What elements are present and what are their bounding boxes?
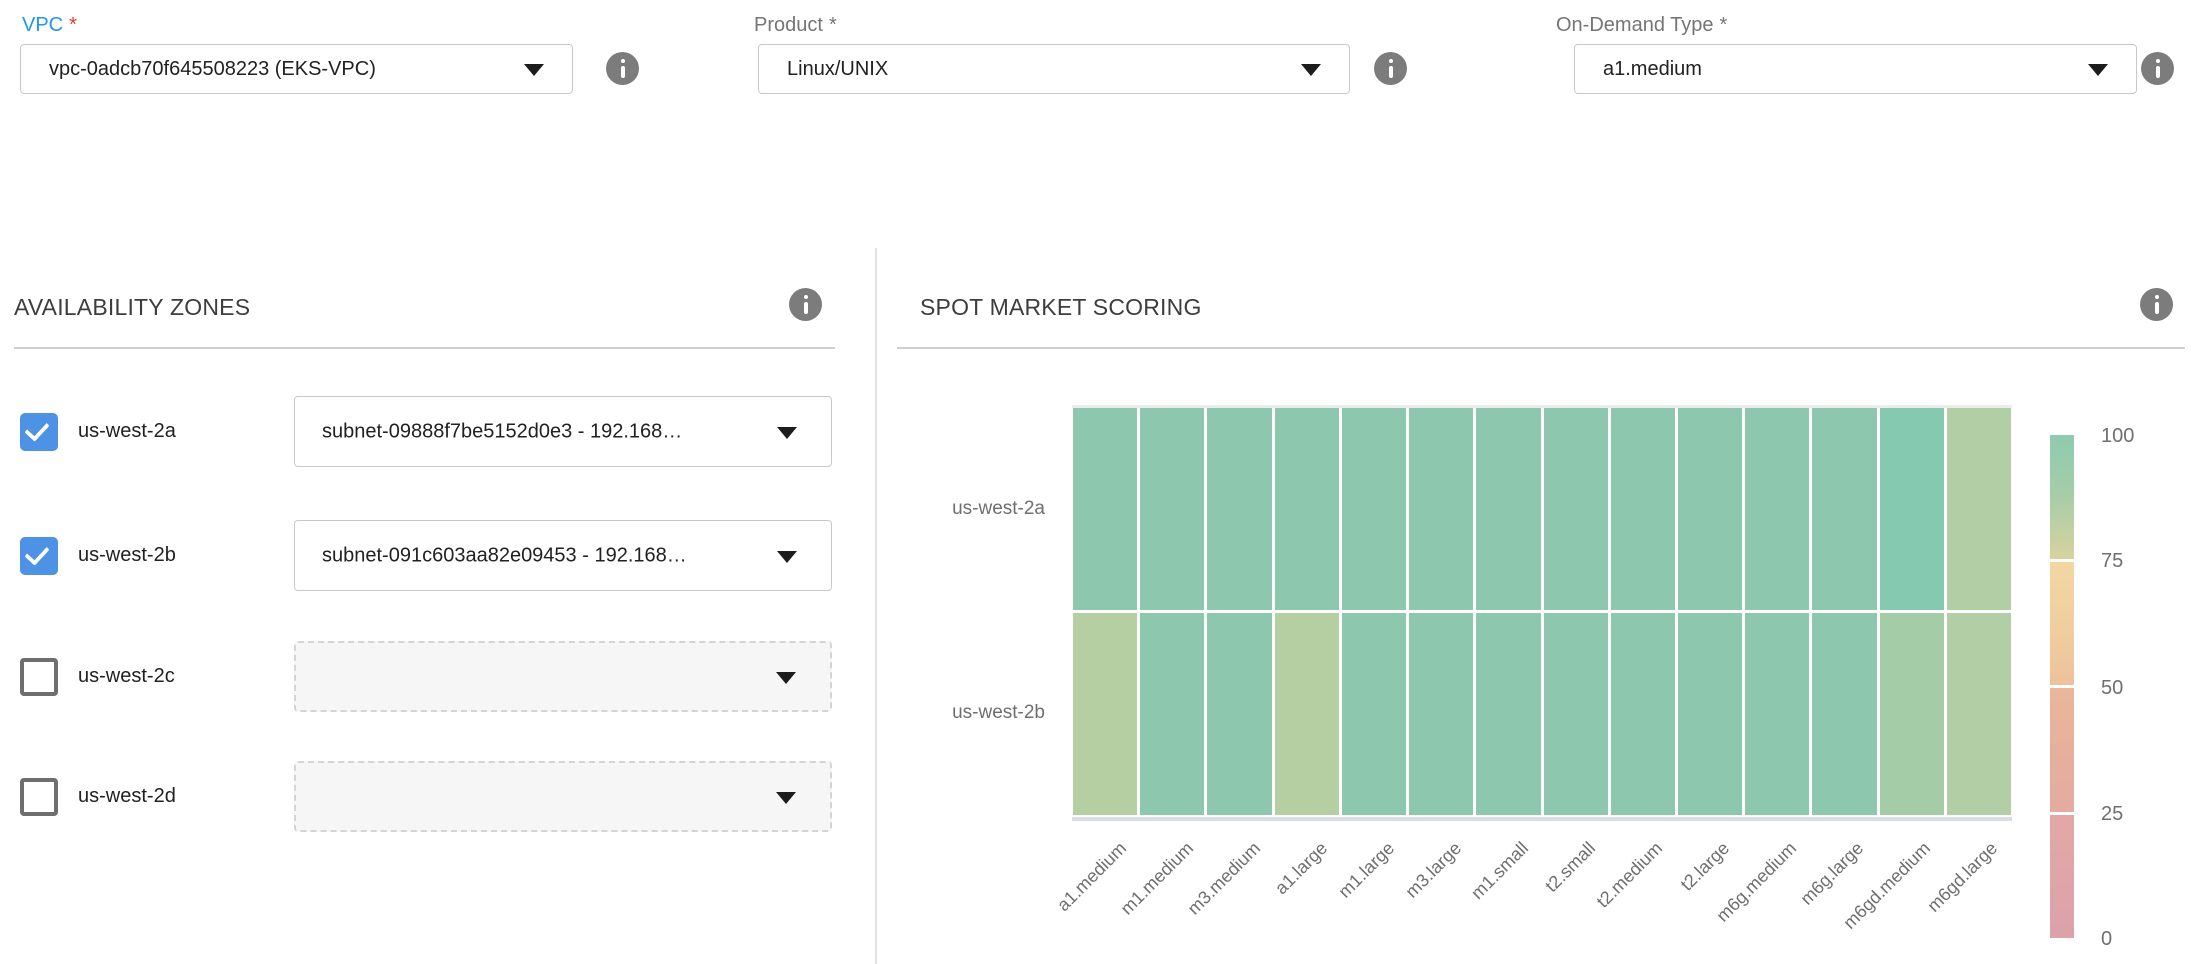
ondemand-type-label: On-Demand Type*: [1556, 14, 1727, 37]
heatmap-cell-us-west-2b-a1.medium: [1073, 613, 1137, 815]
heatmap-cell-us-west-2b-m3.large: [1409, 613, 1473, 815]
heatmap-cell-us-west-2b-m3.medium: [1207, 613, 1271, 815]
heatmap-cell-us-west-2b-m1.small: [1476, 613, 1540, 815]
heatmap-cell-us-west-2a-m6g.medium: [1745, 408, 1809, 610]
product-select[interactable]: Linux/UNIX: [758, 44, 1350, 94]
legend-gradient-segment-1: [2050, 562, 2074, 686]
check-icon: [24, 416, 49, 442]
az-zone-label: us-west-2b: [78, 544, 176, 567]
az-row-us-west-2c: us-west-2c: [0, 641, 860, 713]
chevron-down-icon: [776, 792, 796, 804]
product-field-group: Product* Linux/UNIX: [746, 14, 1426, 104]
vpc-label: VPC*: [22, 14, 77, 37]
heatmap-axis-line: [1072, 817, 2012, 821]
heatmap-cell-us-west-2b-a1.large: [1275, 613, 1339, 815]
az-subnet-select-us-west-2a[interactable]: subnet-09888f7be5152d0e3 - 192.168…: [294, 396, 832, 467]
vpc-select-value: vpc-0adcb70f645508223 (EKS-VPC): [49, 45, 376, 93]
heatmap-cell-us-west-2a-m6gd.large: [1947, 408, 2011, 610]
heatmap-col-label-a1.medium: a1.medium: [995, 838, 1130, 964]
heatmap-cell-us-west-2b-t2.large: [1678, 613, 1742, 815]
heatmap-cell-us-west-2a-m6g.large: [1812, 408, 1876, 610]
az-checkbox-us-west-2d[interactable]: [20, 778, 58, 816]
section-vertical-divider: [875, 248, 877, 964]
vpc-field-group: VPC* vpc-0adcb70f645508223 (EKS-VPC): [14, 14, 654, 104]
az-row-us-west-2b: us-west-2b subnet-091c603aa82e09453 - 192…: [0, 520, 860, 592]
heatmap-row-label-us-west-2a: us-west-2a: [895, 498, 1045, 520]
heatmap-cell-us-west-2a-m6gd.medium: [1880, 408, 1944, 610]
heatmap-cell-us-west-2b-t2.small: [1544, 613, 1608, 815]
heatmap-cell-us-west-2b-m1.large: [1342, 613, 1406, 815]
az-zone-label: us-west-2d: [78, 785, 176, 808]
az-checkbox-us-west-2c[interactable]: [20, 658, 58, 696]
az-checkbox-us-west-2a[interactable]: [20, 413, 58, 451]
heatmap-cell-us-west-2a-a1.large: [1275, 408, 1339, 610]
check-icon: [24, 540, 49, 566]
heatmap: [1073, 408, 2011, 815]
az-subnet-select-us-west-2d[interactable]: [294, 761, 832, 832]
heatmap-cell-us-west-2a-a1.medium: [1073, 408, 1137, 610]
ondemand-type-select[interactable]: a1.medium: [1574, 44, 2137, 94]
chevron-down-icon: [2088, 64, 2108, 76]
required-asterisk: *: [1720, 14, 1728, 36]
required-asterisk: *: [69, 14, 77, 36]
chevron-down-icon: [524, 64, 544, 76]
required-asterisk: *: [829, 14, 837, 36]
legend-tick-100: 100: [2101, 425, 2134, 448]
chevron-down-icon: [1301, 64, 1321, 76]
vpc-info-icon[interactable]: [606, 52, 639, 85]
heatmap-cell-us-west-2b-m6gd.large: [1947, 613, 2011, 815]
availability-zones-title: AVAILABILITY ZONES: [14, 294, 250, 321]
az-subnet-value: subnet-091c603aa82e09453 - 192.168…: [322, 544, 687, 567]
heatmap-cell-us-west-2a-t2.large: [1678, 408, 1742, 610]
ondemand-type-select-value: a1.medium: [1603, 45, 1702, 93]
legend-gradient-segment-2: [2050, 688, 2074, 812]
heatmap-row-label-us-west-2b: us-west-2b: [895, 702, 1045, 724]
heatmap-cell-us-west-2a-m1.large: [1342, 408, 1406, 610]
az-zone-label: us-west-2c: [78, 665, 175, 688]
chevron-down-icon: [777, 427, 797, 439]
product-select-value: Linux/UNIX: [787, 45, 888, 93]
heatmap-cell-us-west-2b-m1.medium: [1140, 613, 1204, 815]
spot-market-scoring-title: SPOT MARKET SCORING: [920, 294, 1202, 321]
ondemand-type-field-group: On-Demand Type* a1.medium: [1548, 14, 2196, 104]
heatmap-cell-us-west-2a-m3.medium: [1207, 408, 1271, 610]
availability-zones-divider: [14, 347, 835, 349]
heatmap-cell-us-west-2a-t2.small: [1544, 408, 1608, 610]
heatmap-cell-us-west-2b-m6gd.medium: [1880, 613, 1944, 815]
heatmap-cell-us-west-2b-m6g.medium: [1745, 613, 1809, 815]
spot-market-scoring-info-icon[interactable]: [2140, 288, 2173, 321]
heatmap-cell-us-west-2b-m6g.large: [1812, 613, 1876, 815]
legend-tick-75: 75: [2101, 550, 2123, 573]
legend-gradient-segment-3: [2050, 815, 2074, 939]
heatmap-cell-us-west-2a-m3.large: [1409, 408, 1473, 610]
chevron-down-icon: [777, 551, 797, 563]
legend-tick-0: 0: [2101, 928, 2112, 951]
legend-gradient-segment-0: [2050, 435, 2074, 559]
az-subnet-select-us-west-2b[interactable]: subnet-091c603aa82e09453 - 192.168…: [294, 520, 832, 591]
heatmap-cell-us-west-2b-t2.medium: [1611, 613, 1675, 815]
product-label: Product*: [754, 14, 837, 37]
legend-tick-50: 50: [2101, 677, 2123, 700]
spot-instance-config-page: VPC* vpc-0adcb70f645508223 (EKS-VPC) Pro…: [0, 0, 2196, 964]
heatmap-cell-us-west-2a-m1.small: [1476, 408, 1540, 610]
az-subnet-select-us-west-2c[interactable]: [294, 641, 832, 712]
availability-zones-info-icon[interactable]: [789, 288, 822, 321]
az-row-us-west-2d: us-west-2d: [0, 761, 860, 833]
product-info-icon[interactable]: [1374, 52, 1407, 85]
heatmap-cell-us-west-2a-t2.medium: [1611, 408, 1675, 610]
az-subnet-value: subnet-09888f7be5152d0e3 - 192.168…: [322, 420, 682, 443]
az-zone-label: us-west-2a: [78, 420, 176, 443]
ondemand-type-info-icon[interactable]: [2141, 52, 2174, 85]
az-row-us-west-2a: us-west-2a subnet-09888f7be5152d0e3 - 192…: [0, 396, 860, 468]
spot-market-scoring-divider: [897, 347, 2185, 349]
az-checkbox-us-west-2b[interactable]: [20, 537, 58, 575]
vpc-select[interactable]: vpc-0adcb70f645508223 (EKS-VPC): [20, 44, 573, 94]
legend-tick-25: 25: [2101, 803, 2123, 826]
chevron-down-icon: [776, 672, 796, 684]
heatmap-cell-us-west-2a-m1.medium: [1140, 408, 1204, 610]
